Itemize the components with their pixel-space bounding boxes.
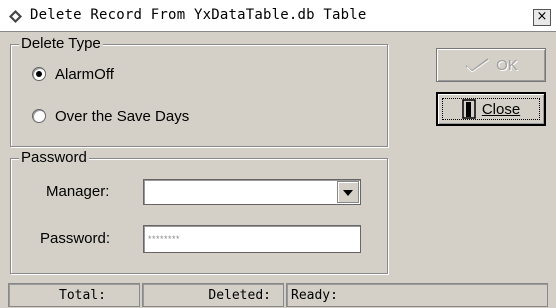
radio-alarmoff[interactable]: AlarmOff xyxy=(32,64,114,84)
title-bar: Delete Record From YxDataTable.db Table … xyxy=(0,0,556,32)
password-legend: Password xyxy=(19,149,89,166)
radio-over-save-days-label: Over the Save Days xyxy=(55,107,190,125)
password-group: Password xyxy=(10,149,388,274)
close-button[interactable]: Close xyxy=(436,92,546,126)
close-label: Close xyxy=(481,100,521,118)
password-field[interactable] xyxy=(143,225,361,253)
status-deleted: Deleted: xyxy=(142,283,284,307)
delete-type-legend: Delete Type xyxy=(19,35,103,52)
password-label: Password: xyxy=(40,230,111,247)
manager-select[interactable] xyxy=(143,179,361,205)
radio-over-save-days[interactable]: Over the Save Days xyxy=(32,106,189,126)
checkmark-icon xyxy=(465,58,490,72)
app-diamond-icon xyxy=(9,10,22,23)
radio-over-save-days-button[interactable] xyxy=(32,109,46,123)
window-close-button[interactable]: × xyxy=(533,9,551,26)
radio-alarmoff-button[interactable] xyxy=(32,67,46,81)
ok-button[interactable]: OK xyxy=(436,48,546,82)
status-bar: Total: Deleted: Ready: xyxy=(0,281,556,308)
window-title: Delete Record From YxDataTable.db Table xyxy=(30,7,367,23)
ok-label: OK xyxy=(496,56,518,74)
status-total: Total: xyxy=(8,283,140,307)
chevron-down-icon[interactable] xyxy=(337,181,359,203)
manager-label: Manager: xyxy=(46,183,110,200)
delete-type-group: Delete Type xyxy=(10,35,388,147)
status-ready: Ready: xyxy=(286,283,548,307)
radio-alarmoff-label: AlarmOff xyxy=(55,65,114,83)
